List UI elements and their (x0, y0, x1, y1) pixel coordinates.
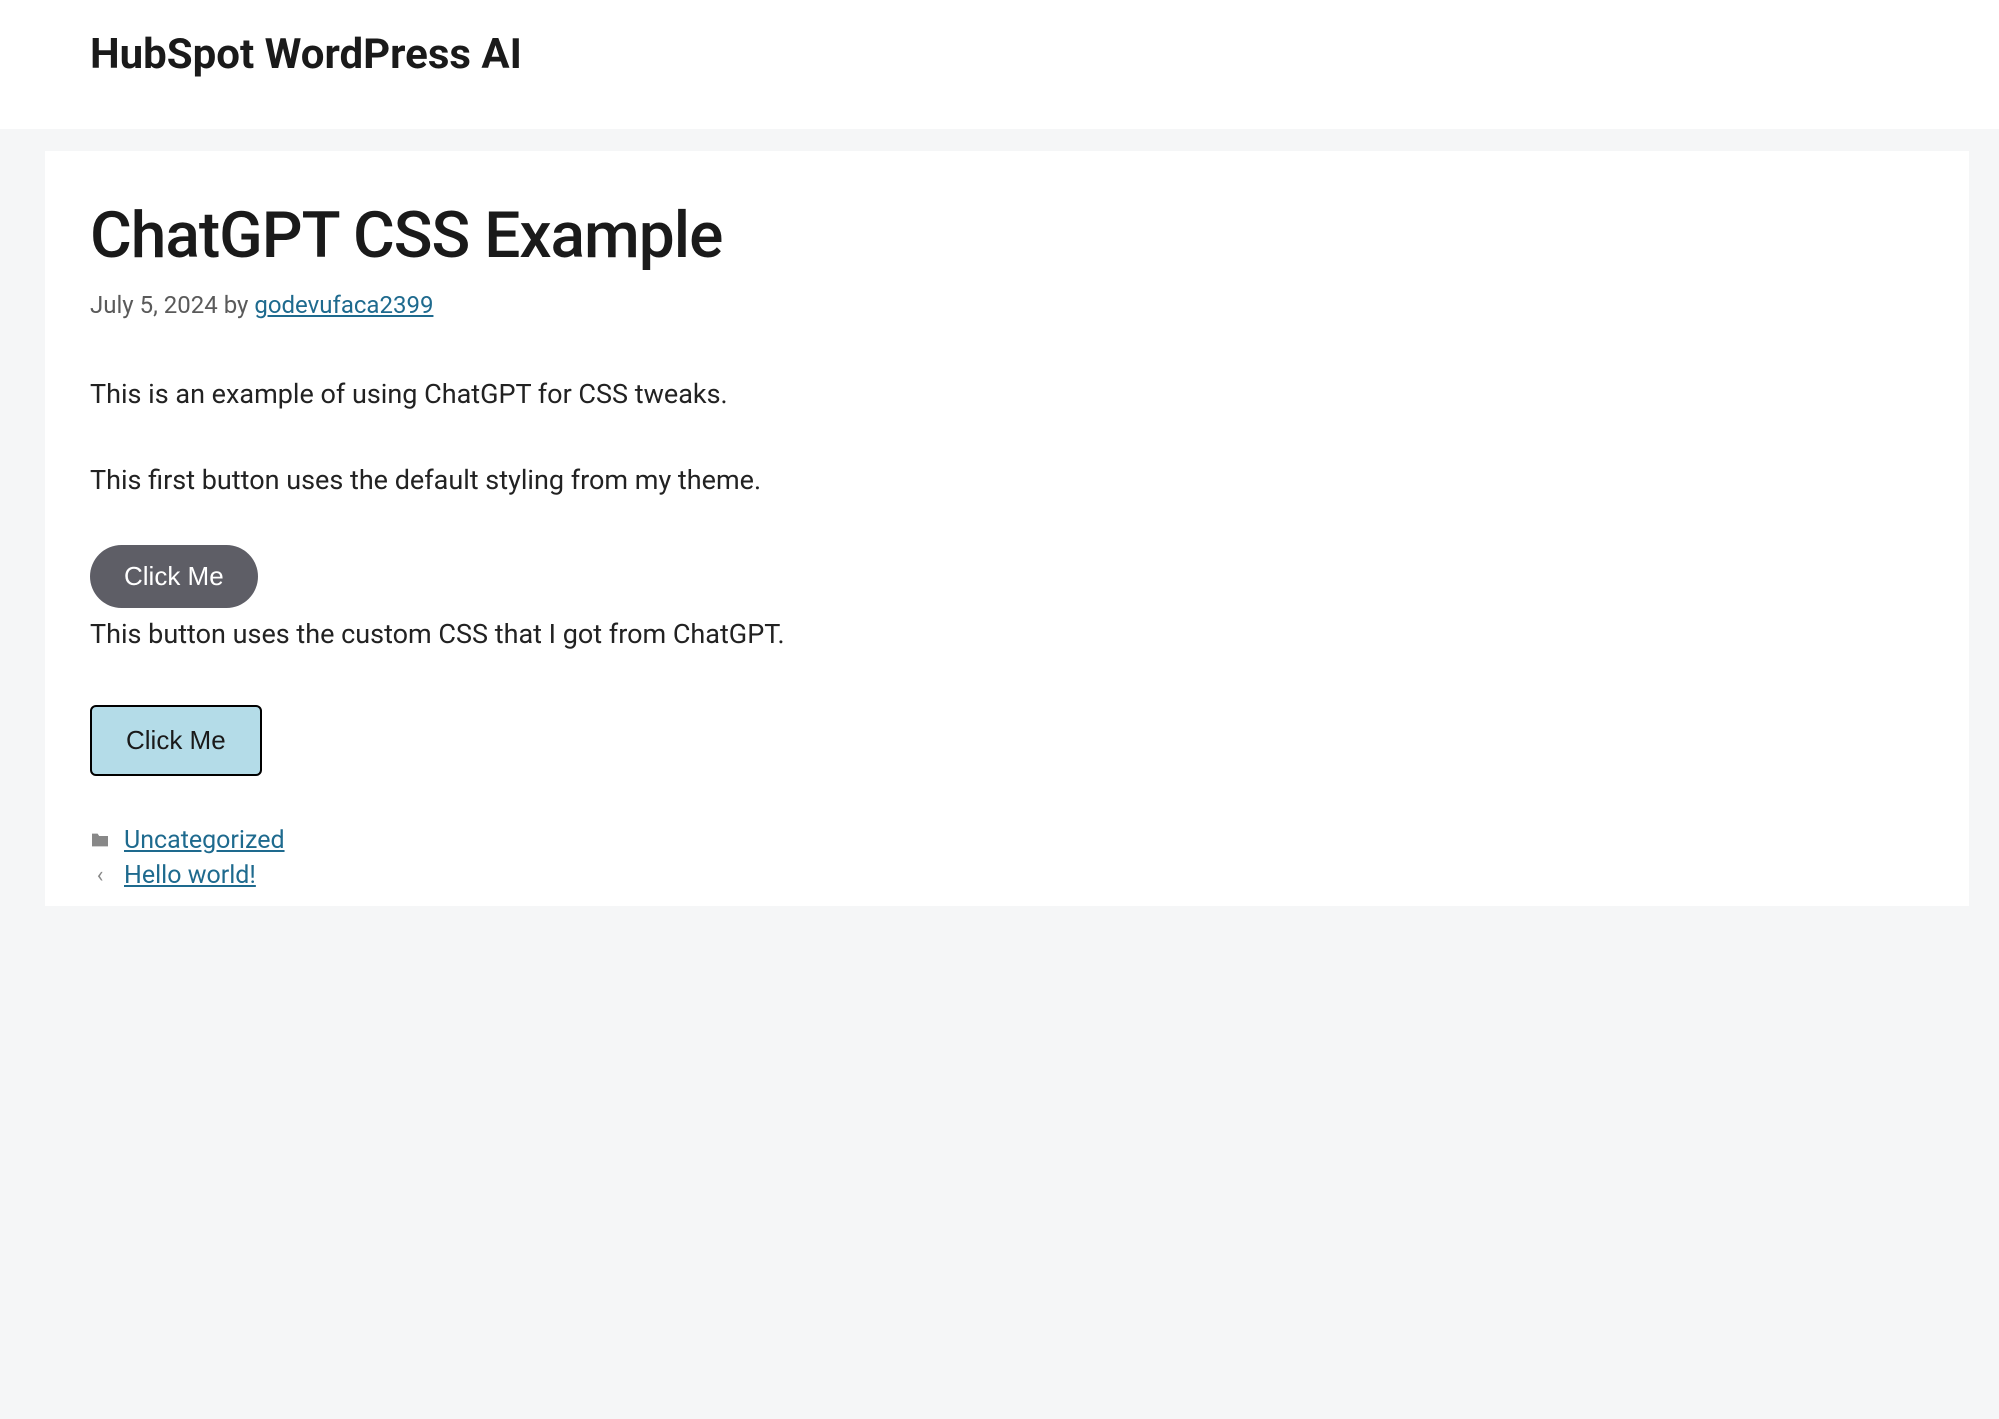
post-meta: July 5, 2024 by godevufaca2399 (90, 291, 1924, 319)
post-body: This is an example of using ChatGPT for … (90, 374, 1924, 816)
paragraph-custom-button-desc: This button uses the custom CSS that I g… (90, 614, 1924, 655)
prev-post-row: ‹ Hello world! (90, 861, 1924, 890)
post-article: ChatGPT CSS Example July 5, 2024 by gode… (45, 151, 1969, 906)
author-link[interactable]: godevufaca2399 (254, 291, 433, 319)
site-header: HubSpot WordPress AI (0, 0, 1999, 129)
category-row: Uncategorized (90, 826, 1924, 855)
prev-post-link[interactable]: Hello world! (124, 861, 256, 890)
paragraph-default-button-desc: This first button uses the default styli… (90, 460, 1924, 501)
paragraph-intro: This is an example of using ChatGPT for … (90, 374, 1924, 415)
custom-button[interactable]: Click Me (90, 705, 262, 776)
post-date: July 5, 2024 (90, 291, 218, 319)
default-button[interactable]: Click Me (90, 545, 258, 608)
content-wrapper: ChatGPT CSS Example July 5, 2024 by gode… (0, 129, 1999, 906)
post-footer: Uncategorized ‹ Hello world! (90, 826, 1924, 890)
site-title[interactable]: HubSpot WordPress AI (90, 30, 1939, 79)
folder-icon (90, 832, 110, 848)
post-title: ChatGPT CSS Example (90, 201, 1924, 271)
category-link[interactable]: Uncategorized (124, 826, 285, 855)
chevron-left-icon: ‹ (90, 863, 110, 888)
by-label: by (224, 291, 249, 319)
